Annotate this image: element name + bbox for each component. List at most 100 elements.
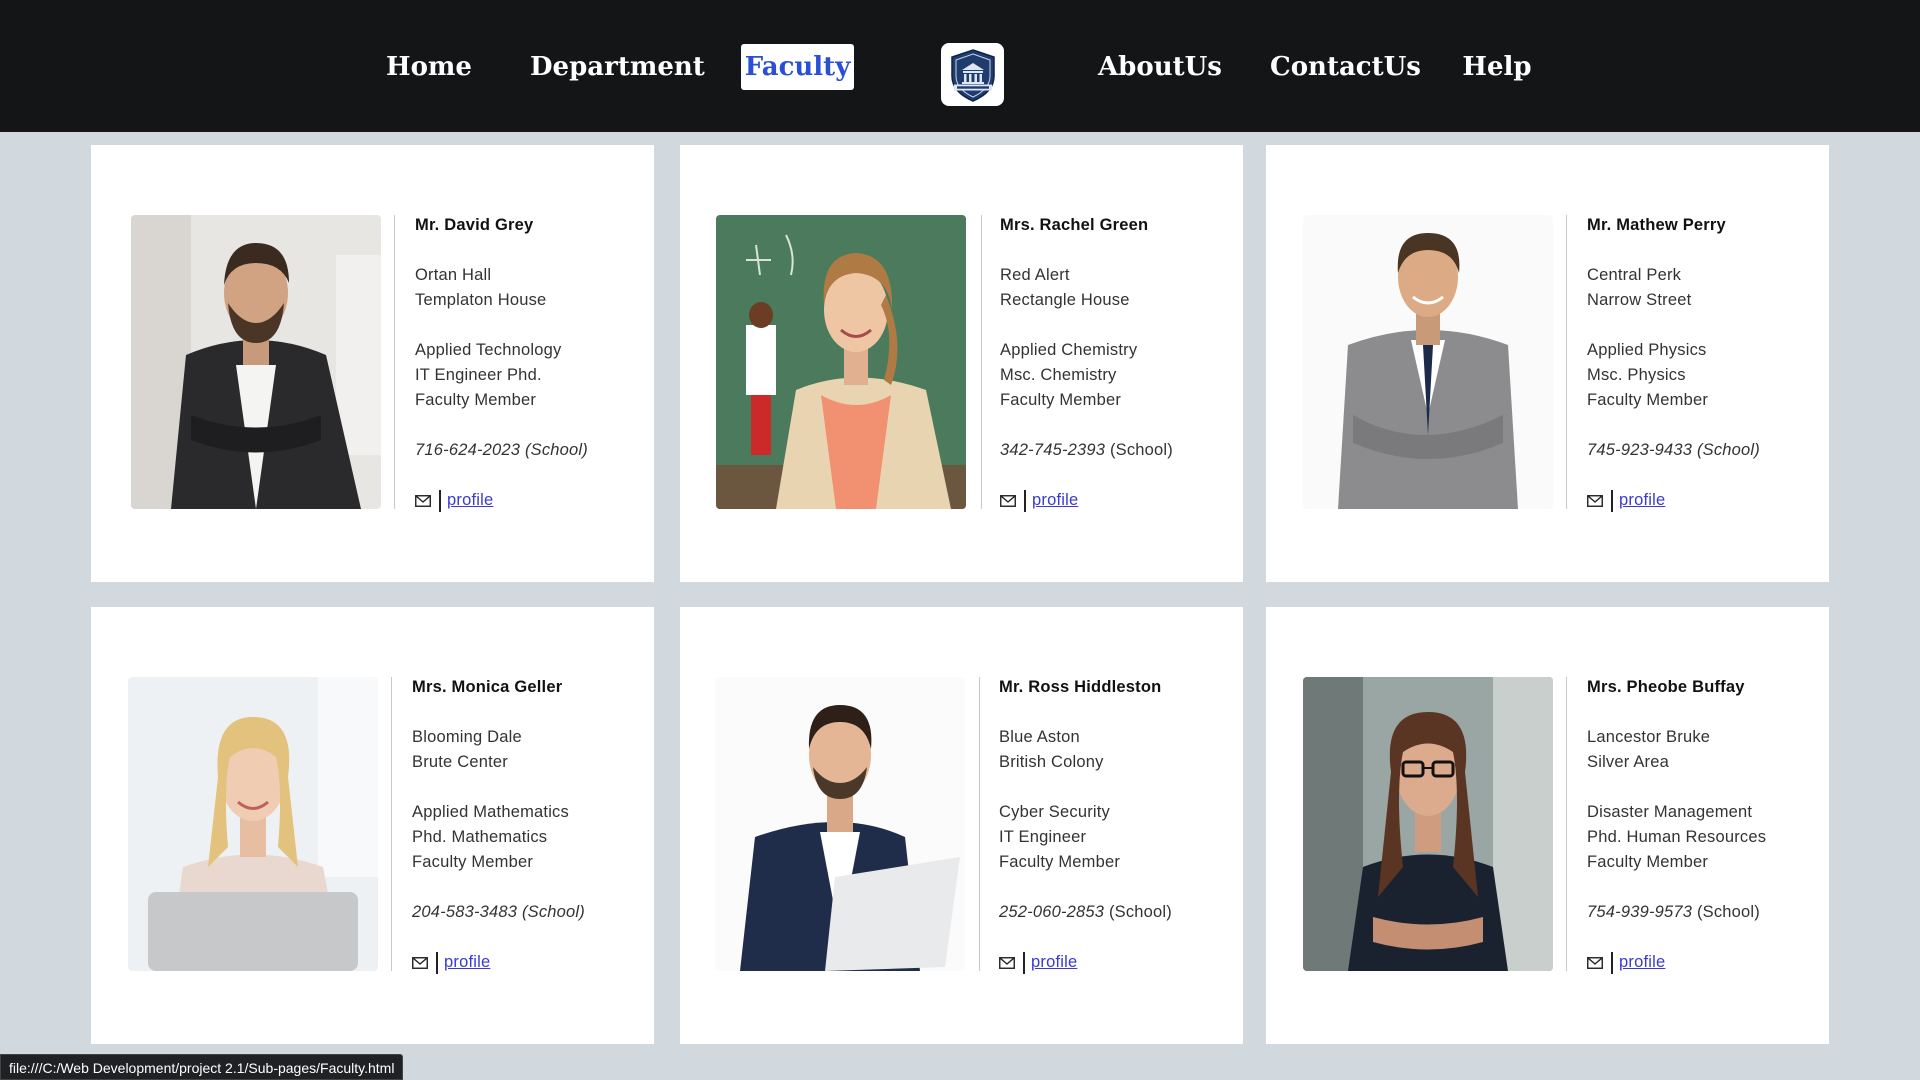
phone-number: 754-939-9573: [1587, 903, 1693, 921]
top-navbar: Home Department Faculty AboutUs ContactU…: [0, 0, 1920, 132]
separator: [436, 951, 438, 974]
faculty-role: Faculty Member: [1587, 853, 1709, 871]
mail-icon[interactable]: [1000, 494, 1016, 507]
separator: [1024, 489, 1026, 512]
faculty-phone: 745-923-9433 (School): [1587, 438, 1760, 463]
faculty-field: Cyber Security: [999, 803, 1111, 821]
faculty-photo: [1303, 677, 1553, 971]
separator: [1611, 951, 1613, 974]
faculty-phone: 716-624-2023 (School): [415, 438, 588, 463]
faculty-address-line-1: Central Perk: [1587, 266, 1682, 284]
profile-link[interactable]: profile: [1619, 491, 1665, 510]
contact-row: profile: [415, 488, 588, 513]
faculty-info: Mrs. Pheobe Buffay Lancestor Bruke Silve…: [1587, 675, 1766, 975]
nav-home[interactable]: Home: [384, 44, 474, 90]
phone-suffix: (School): [521, 903, 585, 921]
faculty-phone: 342-745-2393 (School): [1000, 438, 1173, 463]
faculty-address-line-2: Templaton House: [415, 291, 547, 309]
faculty-field: Applied Chemistry: [1000, 341, 1138, 359]
mail-icon[interactable]: [1587, 956, 1603, 969]
faculty-address-line-1: Blooming Dale: [412, 728, 522, 746]
faculty-phone: 754-939-9573 (School): [1587, 900, 1766, 925]
faculty-address-line-1: Lancestor Bruke: [1587, 728, 1711, 746]
university-logo[interactable]: [941, 43, 1004, 106]
contact-row: profile: [1587, 488, 1760, 513]
profile-link[interactable]: profile: [1031, 953, 1077, 972]
separator: [1023, 951, 1025, 974]
faculty-card: Mr. Mathew Perry Central Perk Narrow Str…: [1266, 145, 1829, 582]
card-divider: [394, 215, 395, 509]
mail-icon[interactable]: [415, 494, 431, 507]
faculty-role: Faculty Member: [999, 853, 1121, 871]
faculty-address-line-2: Brute Center: [412, 753, 508, 771]
faculty-role: Faculty Member: [415, 391, 537, 409]
faculty-address-line-2: Silver Area: [1587, 753, 1669, 771]
profile-link[interactable]: profile: [1619, 953, 1665, 972]
faculty-field: Applied Technology: [415, 341, 562, 359]
faculty-degree: Msc. Physics: [1587, 366, 1686, 384]
contact-row: profile: [999, 950, 1172, 975]
faculty-photo: [128, 677, 378, 971]
browser-status-bar: file:///C:/Web Development/project 2.1/S…: [0, 1054, 404, 1080]
faculty-address-line-1: Red Alert: [1000, 266, 1070, 284]
card-divider: [1566, 215, 1567, 509]
card-divider: [1566, 677, 1567, 971]
faculty-address-line-1: Blue Aston: [999, 728, 1080, 746]
profile-link[interactable]: profile: [447, 491, 493, 510]
faculty-address-line-2: British Colony: [999, 753, 1104, 771]
profile-link[interactable]: profile: [444, 953, 490, 972]
separator: [439, 489, 441, 512]
nav-contactus[interactable]: ContactUs: [1270, 44, 1421, 90]
faculty-card: Mr. Ross Hiddleston Blue Aston British C…: [680, 607, 1243, 1044]
phone-suffix: (School): [1696, 441, 1760, 459]
phone-number: 745-923-9433: [1587, 441, 1693, 459]
faculty-name: Mr. Mathew Perry: [1587, 216, 1726, 234]
faculty-photo: [715, 677, 965, 971]
faculty-name: Mr. Ross Hiddleston: [999, 678, 1162, 696]
faculty-degree: Msc. Chemistry: [1000, 366, 1117, 384]
phone-number: 342-745-2393: [1000, 441, 1106, 459]
phone-suffix: (School): [524, 441, 588, 459]
faculty-card: Mrs. Monica Geller Blooming Dale Brute C…: [91, 607, 654, 1044]
faculty-name: Mrs. Rachel Green: [1000, 216, 1149, 234]
faculty-degree: Phd. Mathematics: [412, 828, 548, 846]
separator: [1611, 489, 1613, 512]
profile-link[interactable]: profile: [1032, 491, 1078, 510]
faculty-address-line-2: Rectangle House: [1000, 291, 1130, 309]
faculty-photo: [1303, 215, 1553, 509]
mail-icon[interactable]: [1587, 494, 1603, 507]
phone-suffix: (School): [1108, 903, 1172, 921]
phone-suffix: (School): [1109, 441, 1173, 459]
university-shield-icon: [950, 48, 995, 102]
faculty-phone: 204-583-3483 (School): [412, 900, 585, 925]
nav-help[interactable]: Help: [1462, 44, 1532, 90]
faculty-name: Mrs. Monica Geller: [412, 678, 563, 696]
contact-row: profile: [412, 950, 585, 975]
phone-number: 716-624-2023: [415, 441, 521, 459]
faculty-role: Faculty Member: [412, 853, 534, 871]
faculty-role: Faculty Member: [1000, 391, 1122, 409]
nav-aboutus[interactable]: AboutUs: [1098, 44, 1222, 90]
mail-icon[interactable]: [999, 956, 1015, 969]
card-divider: [979, 677, 980, 971]
faculty-field: Applied Mathematics: [412, 803, 569, 821]
faculty-name: Mrs. Pheobe Buffay: [1587, 678, 1745, 696]
faculty-photo: [716, 215, 966, 509]
mail-icon[interactable]: [412, 956, 428, 969]
faculty-card: Mrs. Rachel Green Red Alert Rectangle Ho…: [680, 145, 1243, 582]
faculty-field: Applied Physics: [1587, 341, 1707, 359]
faculty-info: Mr. David Grey Ortan Hall Templaton Hous…: [415, 213, 588, 513]
card-divider: [391, 677, 392, 971]
faculty-degree: IT Engineer: [999, 828, 1087, 846]
contact-row: profile: [1587, 950, 1766, 975]
faculty-info: Mrs. Rachel Green Red Alert Rectangle Ho…: [1000, 213, 1173, 513]
faculty-info: Mrs. Monica Geller Blooming Dale Brute C…: [412, 675, 585, 975]
faculty-photo: [131, 215, 381, 509]
card-divider: [981, 215, 982, 509]
nav-department[interactable]: Department: [530, 44, 705, 90]
faculty-card: Mrs. Pheobe Buffay Lancestor Bruke Silve…: [1266, 607, 1829, 1044]
faculty-info: Mr. Mathew Perry Central Perk Narrow Str…: [1587, 213, 1760, 513]
faculty-info: Mr. Ross Hiddleston Blue Aston British C…: [999, 675, 1172, 975]
nav-faculty[interactable]: Faculty: [741, 44, 854, 90]
phone-number: 204-583-3483: [412, 903, 518, 921]
